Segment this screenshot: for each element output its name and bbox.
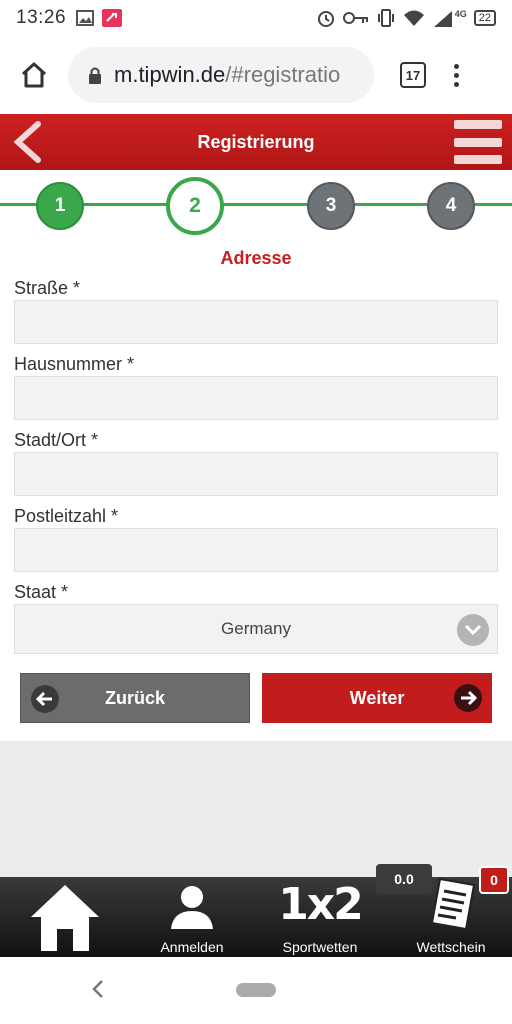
house-number-label: Hausnummer *	[14, 354, 135, 374]
section-title: Adresse	[220, 248, 292, 268]
registration-stepper: 1 2 3 4	[0, 170, 512, 242]
chevron-down-icon	[457, 614, 489, 646]
home-icon	[31, 885, 99, 951]
system-home-pill[interactable]	[236, 983, 276, 997]
arrow-left-icon	[31, 685, 59, 713]
browser-toolbar: m.tipwin.de/#registratio 17	[0, 36, 512, 114]
menu-button[interactable]	[454, 118, 502, 166]
content-spacer	[0, 741, 512, 877]
step-1[interactable]: 1	[36, 182, 84, 230]
network-type: 4G	[454, 9, 467, 19]
url-field[interactable]: m.tipwin.de/#registratio	[68, 47, 374, 103]
step-2: 2	[166, 177, 224, 235]
image-icon	[76, 10, 95, 26]
tabs-button[interactable]: 17	[400, 62, 426, 88]
url-host: m.tipwin.de	[114, 62, 226, 87]
back-arrow-icon[interactable]	[10, 120, 46, 164]
system-nav	[0, 957, 512, 1024]
app-header: Registrierung	[0, 114, 512, 170]
nav-sports[interactable]: 1x2 Sportwetten	[270, 877, 370, 957]
lock-icon	[89, 67, 101, 84]
country-select[interactable]: Germany	[14, 604, 498, 654]
city-label: Stadt/Ort *	[14, 430, 99, 450]
betslip-icon	[430, 877, 476, 931]
balance-badge: 0.0	[376, 864, 432, 894]
system-back-icon[interactable]	[88, 977, 108, 1001]
nav-login-label: Anmelden	[160, 939, 224, 955]
nav-login[interactable]: Anmelden	[152, 877, 232, 957]
url-path: /#registratio	[225, 62, 341, 87]
country-value: Germany	[221, 619, 291, 638]
home-icon	[21, 62, 47, 88]
key-icon	[342, 12, 368, 24]
back-button-label: Zurück	[104, 687, 165, 708]
browser-menu-button[interactable]	[454, 63, 459, 87]
next-button[interactable]: Weiter	[262, 673, 492, 723]
sports-1x2-icon: 1x2	[278, 879, 364, 930]
arrow-right-icon	[454, 684, 482, 712]
vibrate-icon	[377, 9, 394, 27]
bottom-nav: Anmelden 1x2 Sportwetten Wettschein	[0, 877, 512, 957]
wifi-icon	[403, 10, 424, 26]
country-label: Staat *	[14, 582, 69, 602]
form-actions: Zurück Weiter	[20, 673, 492, 723]
alarm-icon	[317, 11, 334, 27]
home-button[interactable]	[16, 57, 52, 93]
back-button[interactable]: Zurück	[20, 673, 250, 723]
status-time: 13:26	[16, 7, 67, 28]
signal-icon	[433, 11, 452, 27]
page-title: Registrierung	[197, 131, 315, 152]
street-label: Straße *	[14, 278, 81, 298]
nav-sports-label: Sportwetten	[282, 939, 358, 955]
betslip-count-badge: 0	[479, 866, 509, 894]
status-bar: 13:26 4G 22	[0, 0, 512, 36]
nav-home[interactable]	[20, 877, 110, 957]
street-input[interactable]	[14, 300, 498, 344]
next-button-label: Weiter	[349, 687, 405, 708]
postal-code-label: Postleitzahl *	[14, 506, 119, 526]
step-4: 4	[427, 182, 475, 230]
postal-code-input[interactable]	[14, 528, 498, 572]
app-notification-icon	[102, 9, 123, 27]
user-icon	[171, 886, 213, 929]
address-form: Straße * Hausnummer * Stadt/Ort * Postle…	[14, 276, 498, 654]
house-number-input[interactable]	[14, 376, 498, 420]
city-input[interactable]	[14, 452, 498, 496]
nav-betslip-label: Wettschein	[416, 939, 486, 955]
step-3: 3	[307, 182, 355, 230]
battery-icon: 22	[473, 10, 496, 26]
